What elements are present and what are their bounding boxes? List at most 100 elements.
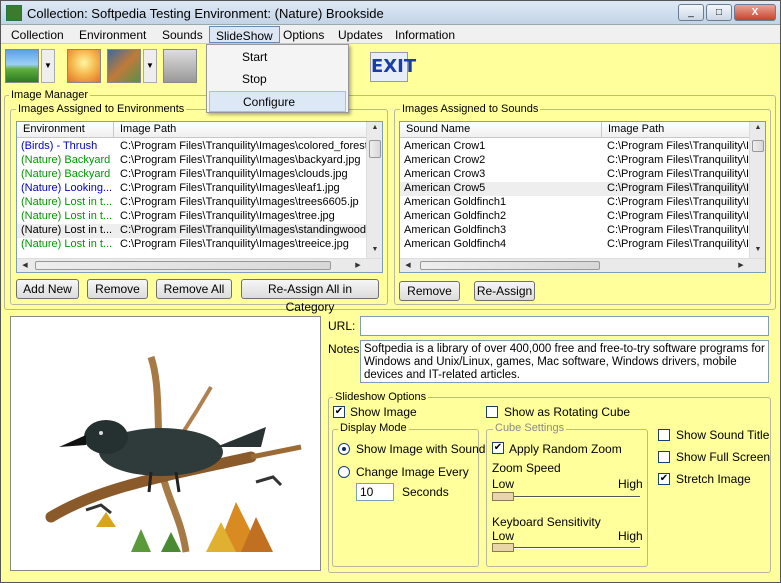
menu-sounds[interactable]: Sounds: [156, 26, 209, 43]
menu-updates[interactable]: Updates: [332, 26, 389, 43]
change-every-radio[interactable]: [338, 466, 350, 478]
env-row[interactable]: (Nature) Backyard C:\Program Files\Tranqu…: [17, 154, 366, 168]
scroll-left-icon[interactable]: ◀: [20, 261, 30, 269]
sound-row[interactable]: American Goldfinch2 C:\Program Files\Tran…: [400, 210, 749, 224]
sound-name-cell: American Crow2: [404, 154, 486, 166]
scroll-up-icon[interactable]: ▲: [750, 124, 765, 131]
env-col-header[interactable]: Environment: [17, 122, 114, 138]
env-remove-button[interactable]: Remove: [87, 279, 148, 299]
snd-vscroll[interactable]: ▲ ▼: [749, 122, 765, 258]
minimize-button[interactable]: _: [678, 4, 704, 21]
sound-row[interactable]: American Crow3 C:\Program Files\Tranquili…: [400, 168, 749, 182]
sound-path-cell: C:\Program Files\Tranquility\Ir: [607, 210, 749, 222]
env-list[interactable]: Environment Image Path (Birds) - Thrush C…: [16, 121, 383, 273]
url-field[interactable]: [360, 316, 769, 336]
remove-all-button[interactable]: Remove All: [156, 279, 232, 299]
sound-name-cell: American Crow3: [404, 168, 486, 180]
sound-path-cell: C:\Program Files\Tranquility\Ir: [607, 154, 749, 166]
path-cell: C:\Program Files\Tranquility\Images\leaf…: [120, 182, 340, 194]
mortar-image-button[interactable]: [163, 49, 197, 83]
maximize-button[interactable]: □: [706, 4, 732, 21]
scroll-up-icon[interactable]: ▲: [367, 124, 382, 131]
sound-row[interactable]: American Crow2 C:\Program Files\Tranquili…: [400, 154, 749, 168]
scroll-thumb[interactable]: [369, 140, 381, 158]
sound-name-cell: American Goldfinch2: [404, 210, 507, 222]
painting-dropdown-arrow[interactable]: ▼: [143, 49, 157, 83]
crow-illustration: [45, 355, 302, 553]
kb-sens-track[interactable]: [492, 547, 640, 549]
env-row[interactable]: (Nature) Lost in t... C:\Program Files\Tr…: [17, 196, 366, 210]
path-cell: C:\Program Files\Tranquility\Images\tree…: [120, 210, 335, 222]
menu-stop[interactable]: Stop: [209, 69, 346, 90]
menu-slideshow[interactable]: SlideShow: [209, 26, 280, 43]
sound-row[interactable]: American Goldfinch3 C:\Program Files\Tran…: [400, 224, 749, 238]
scroll-left-icon[interactable]: ◀: [403, 261, 413, 269]
show-sound-title-checkbox[interactable]: [658, 429, 670, 441]
environment-image-button[interactable]: [5, 49, 39, 83]
sound-name-cell: American Goldfinch3: [404, 224, 507, 236]
snd-remove-button[interactable]: Remove: [399, 281, 460, 301]
env-cell: (Birds) - Thrush: [21, 140, 98, 152]
menu-options[interactable]: Options: [277, 26, 330, 43]
add-new-button[interactable]: Add New: [16, 279, 79, 299]
kb-high-label: High: [618, 529, 643, 543]
kb-sens-slider[interactable]: [492, 543, 514, 552]
seconds-input[interactable]: 10: [356, 483, 394, 501]
path-cell: C:\Program Files\Tranquility\Images\tree…: [120, 238, 349, 250]
reassign-button[interactable]: Re-Assign: [474, 281, 535, 301]
env-cell: (Nature) Backyard: [21, 154, 111, 166]
sound-row[interactable]: American Crow1 C:\Program Files\Tranquili…: [400, 140, 749, 154]
menu-environment[interactable]: Environment: [73, 26, 152, 43]
scroll-right-icon[interactable]: ▶: [736, 261, 746, 269]
snd-hscroll[interactable]: ◀ ▶: [400, 258, 765, 272]
snd-path-col-header[interactable]: Image Path: [602, 122, 750, 138]
image-manager-title: Image Manager: [9, 89, 91, 101]
show-full-screen-label: Show Full Screen: [676, 450, 771, 464]
snd-list[interactable]: Sound Name Image Path American Crow1 C:\P…: [399, 121, 766, 273]
reassign-all-button[interactable]: Re-Assign All in Category: [241, 279, 379, 314]
menu-collection[interactable]: Collection: [5, 26, 70, 43]
sound-row[interactable]: American Goldfinch4 C:\Program Files\Tran…: [400, 238, 749, 252]
kb-low-label: Low: [492, 529, 515, 543]
sunrise-image-button[interactable]: [67, 49, 101, 83]
hscroll-thumb[interactable]: [420, 261, 600, 270]
show-image-checkbox[interactable]: ✔: [333, 406, 345, 418]
zoom-speed-slider[interactable]: [492, 492, 514, 501]
sound-path-cell: C:\Program Files\Tranquility\Ir: [607, 196, 749, 208]
zoom-speed-track[interactable]: [492, 496, 640, 498]
random-zoom-checkbox[interactable]: ✔: [492, 442, 504, 454]
env-hscroll[interactable]: ◀ ▶: [17, 258, 382, 272]
hscroll-thumb[interactable]: [35, 261, 331, 270]
scroll-right-icon[interactable]: ▶: [353, 261, 363, 269]
env-vscroll[interactable]: ▲ ▼: [366, 122, 382, 258]
environment-dropdown-arrow[interactable]: ▼: [41, 49, 55, 83]
env-cell: (Nature) Backyard: [21, 168, 111, 180]
show-full-screen-checkbox[interactable]: [658, 451, 670, 463]
zoom-speed-label: Zoom Speed: [492, 461, 561, 475]
env-row[interactable]: (Birds) - Thrush C:\Program Files\Tranqui…: [17, 140, 366, 154]
env-row[interactable]: (Nature) Lost in t... C:\Program Files\Tr…: [17, 238, 366, 252]
env-row[interactable]: (Nature) Lost in t... C:\Program Files\Tr…: [17, 210, 366, 224]
menu-start[interactable]: Start: [209, 47, 346, 68]
show-cube-checkbox[interactable]: [486, 406, 498, 418]
sound-row[interactable]: American Goldfinch1 C:\Program Files\Tran…: [400, 196, 749, 210]
stretch-image-checkbox[interactable]: ✔: [658, 473, 670, 485]
painting-image-button[interactable]: [107, 49, 141, 83]
menu-information[interactable]: Information: [389, 26, 461, 43]
sound-name-cell: American Goldfinch4: [404, 238, 507, 250]
show-with-sound-radio[interactable]: [338, 443, 350, 455]
close-button[interactable]: X: [734, 4, 776, 21]
exit-button[interactable]: EXIT: [370, 52, 416, 82]
scroll-down-icon[interactable]: ▼: [367, 246, 382, 253]
scroll-thumb[interactable]: [752, 140, 764, 152]
env-row[interactable]: (Nature) Looking... C:\Program Files\Tran…: [17, 182, 366, 196]
notes-field[interactable]: Softpedia is a library of over 400,000 f…: [360, 340, 769, 383]
sound-row[interactable]: American Crow5 C:\Program Files\Tranquili…: [400, 182, 749, 196]
sound-path-cell: C:\Program Files\Tranquility\Ir: [607, 168, 749, 180]
env-row[interactable]: (Nature) Backyard C:\Program Files\Tranqu…: [17, 168, 366, 182]
path-col-header[interactable]: Image Path: [114, 122, 367, 138]
menu-configure[interactable]: Configure: [209, 91, 346, 112]
env-row[interactable]: (Nature) Lost in t... C:\Program Files\Tr…: [17, 224, 366, 238]
sound-col-header[interactable]: Sound Name: [400, 122, 602, 138]
scroll-down-icon[interactable]: ▼: [750, 246, 765, 253]
